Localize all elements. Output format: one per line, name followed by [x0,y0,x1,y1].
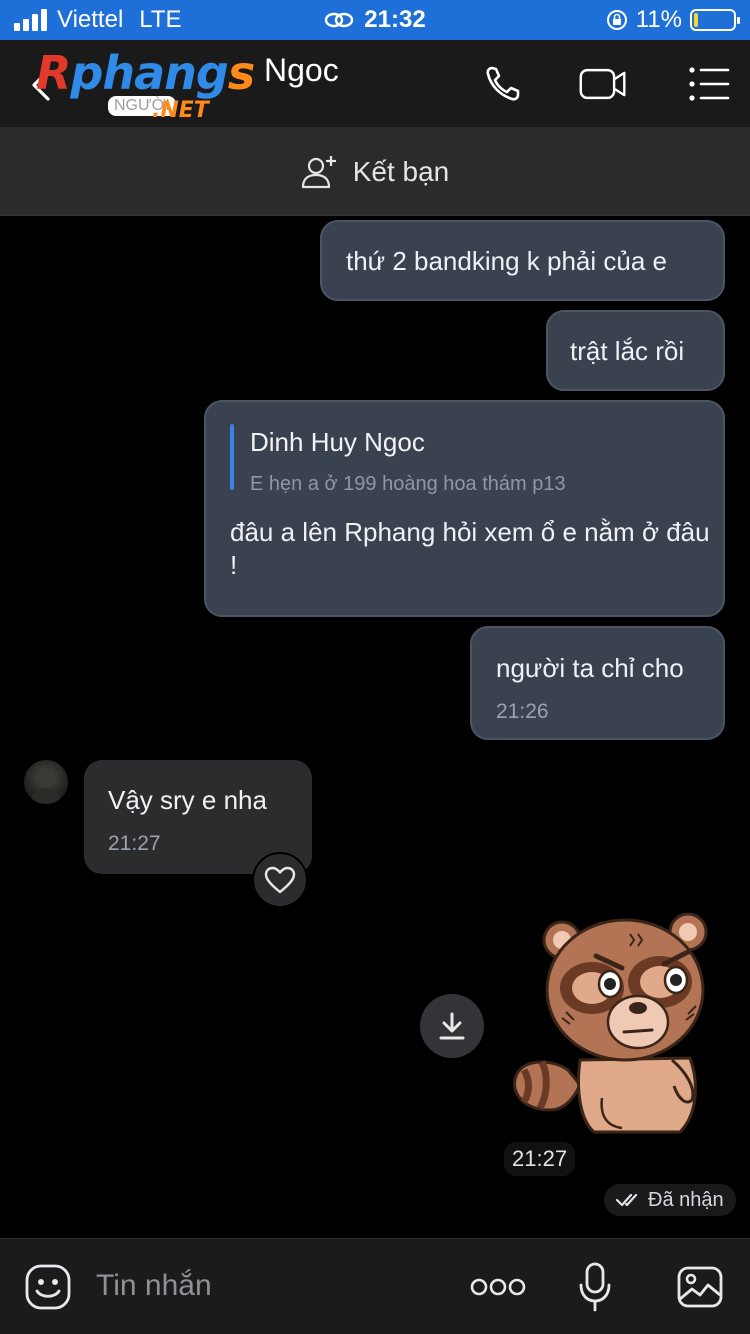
message-time: 21:27 [108,832,161,855]
message-text: đâu a lên Rphang hỏi xem ổ e nằm ở đâu ! [230,517,710,580]
message-text: thứ 2 bandking k phải của e [346,246,667,276]
message-time: 21:26 [496,700,549,723]
reply-message-bubble[interactable]: Dinh Huy Ngoc E hẹn a ở 199 hoàng hoa th… [204,400,725,617]
sticker-time: 21:27 [504,1142,576,1176]
delivery-status-text: Đã nhận [648,1188,724,1211]
quote-text: E hẹn a ở 199 hoàng hoa thám p13 [250,473,566,495]
image-icon[interactable] [676,1263,724,1311]
battery-percent: 11% [635,6,682,33]
message-bubble[interactable]: thứ 2 bandking k phải của e [320,220,725,301]
watermark-net: .NET [152,98,209,123]
status-bar: Viettel LTE 21:32 11% [0,0,750,40]
message-bubble[interactable]: người ta chỉ cho 21:26 [470,626,725,740]
message-text: trật lắc rồi [570,336,685,366]
message-text: Vậy sry e nha [108,785,267,815]
more-icon[interactable] [470,1277,526,1297]
delivery-status-badge: Đã nhận [604,1184,736,1216]
chat-header: Rphangs NGƯỜI .NET Ngoc [0,40,750,128]
video-call-icon[interactable] [578,62,628,106]
microphone-icon[interactable] [578,1261,612,1313]
heart-icon [264,866,296,894]
menu-icon[interactable] [684,62,734,106]
orientation-lock-icon [606,10,627,30]
message-bubble[interactable]: trật lắc rồi [546,310,725,391]
angry-raccoon-sticker[interactable] [510,910,720,1140]
add-user-icon [301,155,336,188]
message-input[interactable]: Tin nhắn [96,1269,212,1303]
react-heart-button[interactable] [252,852,308,908]
add-friend-button[interactable]: Kết bạn [0,128,750,216]
quote-author: Dinh Huy Ngoc [250,427,425,457]
message-text: người ta chỉ cho [496,653,684,683]
link-icon [325,12,354,28]
add-friend-label: Kết bạn [352,155,450,187]
download-button[interactable] [420,994,484,1058]
emoji-icon[interactable] [24,1263,72,1311]
message-input-bar: Tin nhắn [0,1238,750,1334]
contact-name[interactable]: Ngoc [264,52,339,89]
double-check-icon [616,1193,638,1207]
phone-icon[interactable] [480,62,530,106]
avatar[interactable] [24,760,68,804]
download-icon [439,1012,465,1040]
watermark-logo: Rphangs [36,46,255,100]
quote-accent-bar [230,424,234,490]
clock: 21:32 [364,6,426,33]
battery-icon [690,9,740,31]
avatar-photo [30,770,62,804]
